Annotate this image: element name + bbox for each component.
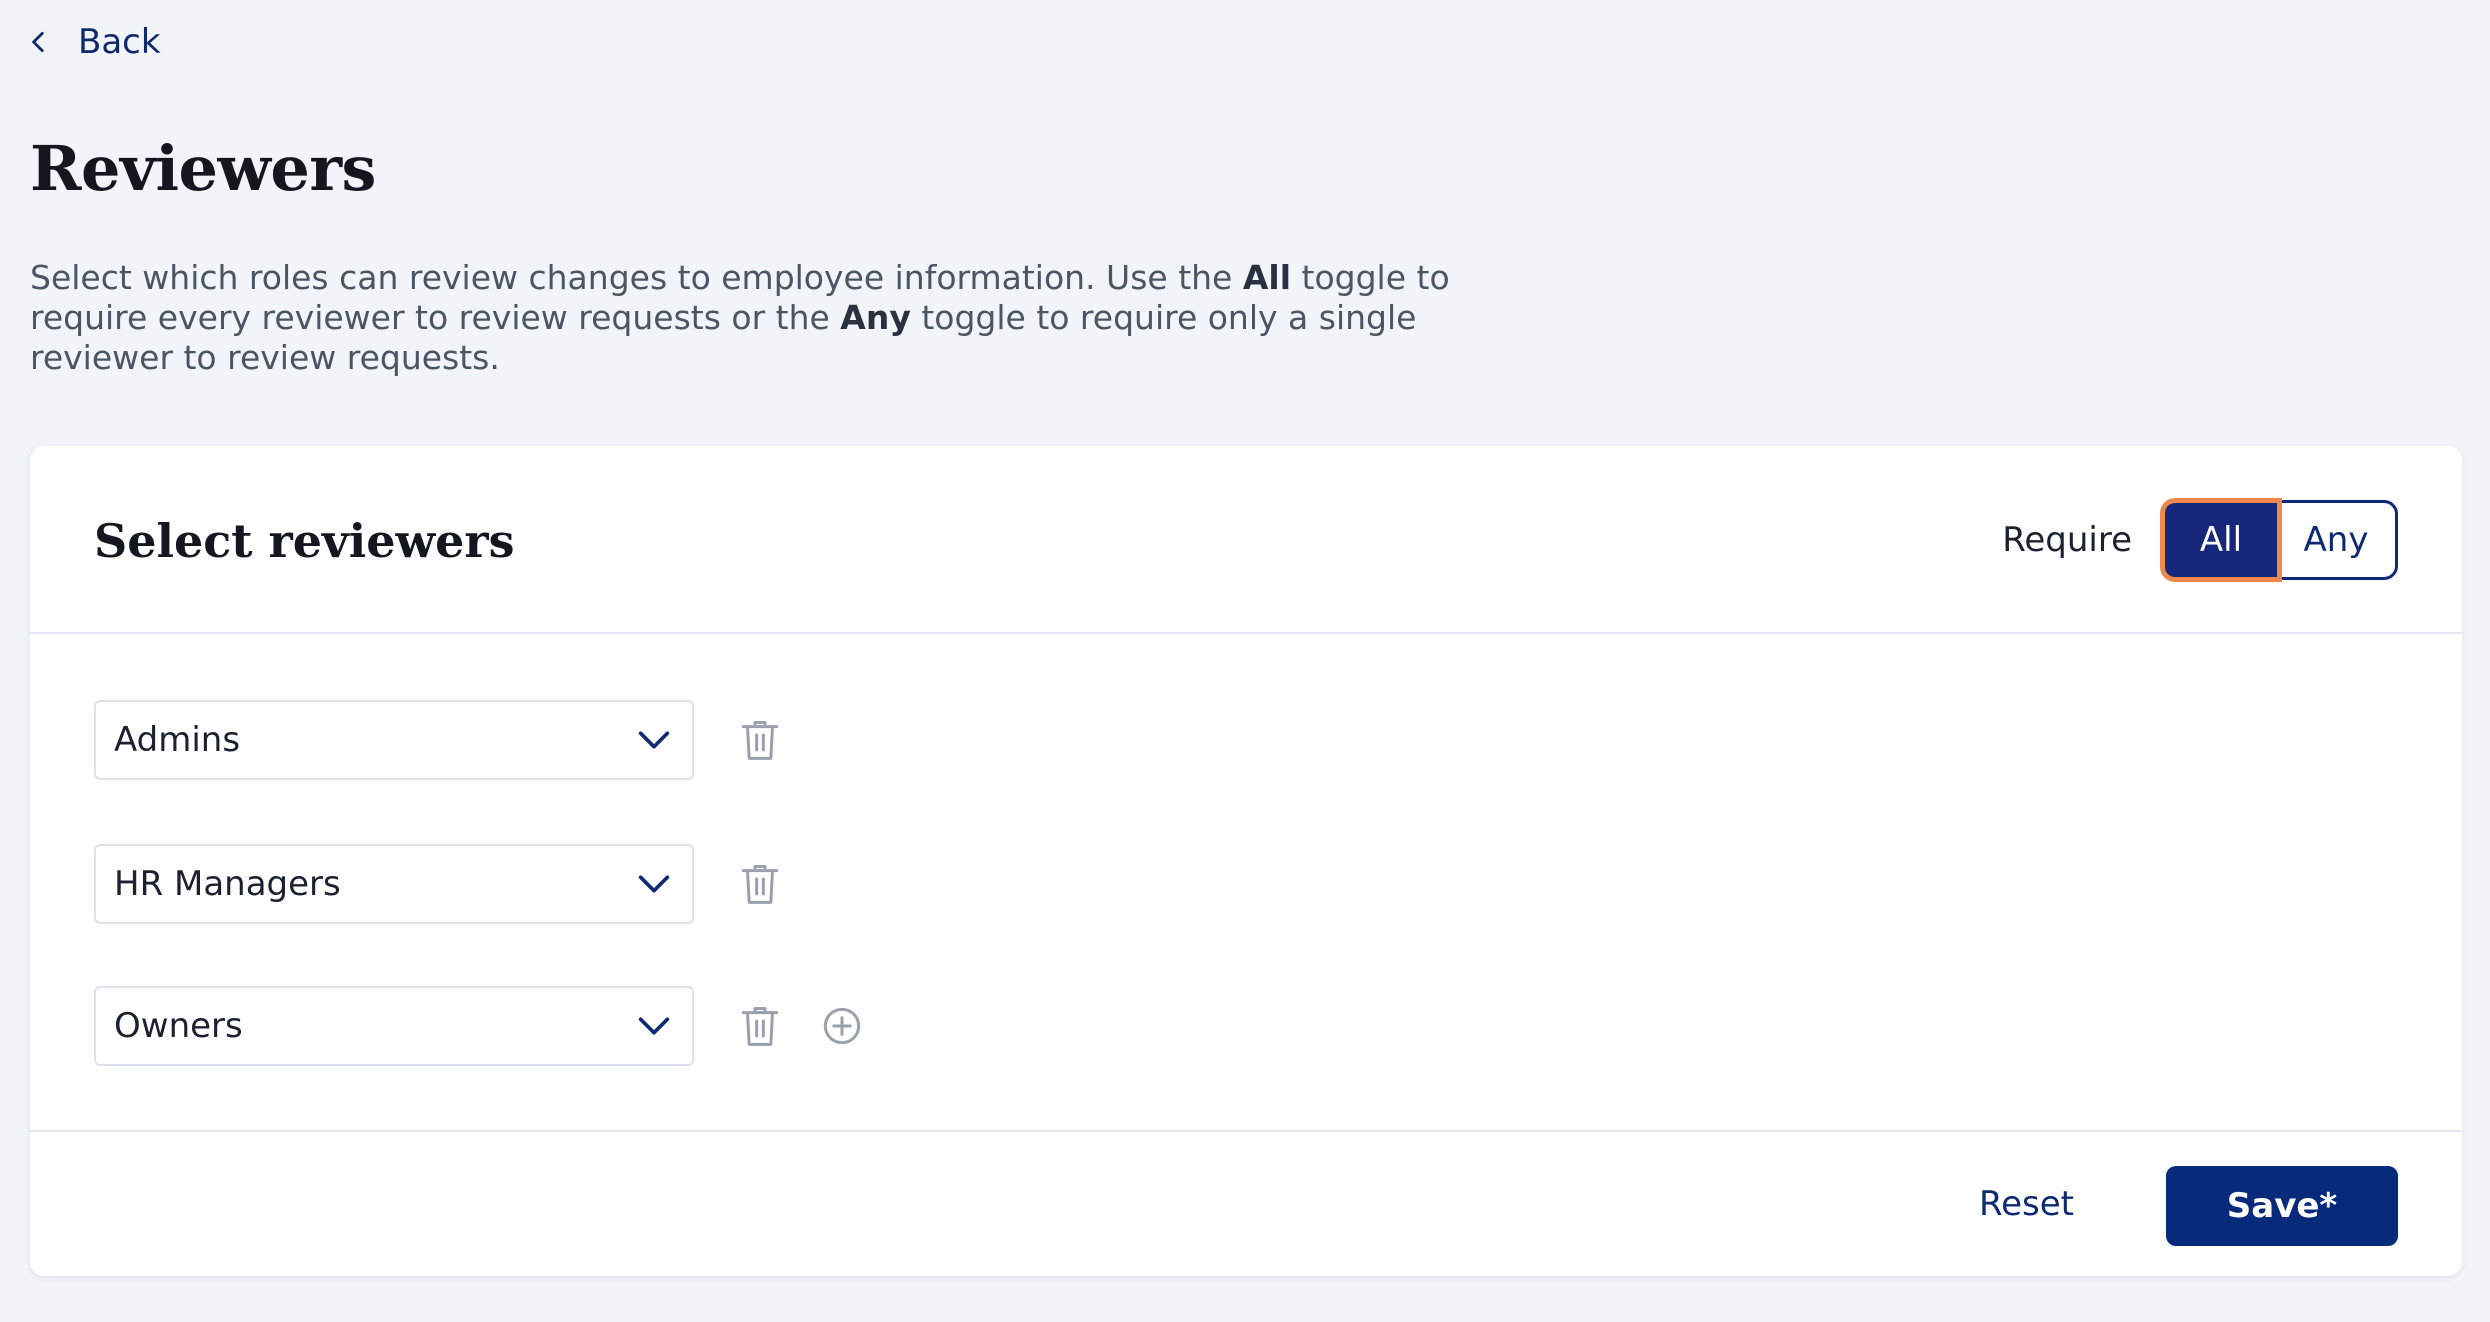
description-text-1: Select which roles can review changes to… xyxy=(30,258,1243,297)
reviewer-select-value: HR Managers xyxy=(114,864,341,904)
chevron-down-icon xyxy=(634,720,674,760)
reset-button[interactable]: Reset xyxy=(1979,1184,2074,1224)
delete-reviewer-button[interactable] xyxy=(736,1002,784,1050)
description-bold-any: Any xyxy=(840,298,911,337)
require-label: Require xyxy=(2002,520,2132,560)
reviewer-row: HR Managers xyxy=(94,844,784,924)
card-footer: Reset Save* xyxy=(30,1130,2462,1276)
reviewers-card: Select reviewers Require All Any Admins xyxy=(30,446,2462,1276)
save-button[interactable]: Save* xyxy=(2166,1166,2398,1246)
card-header: Select reviewers Require All Any xyxy=(30,446,2462,634)
reviewer-select[interactable]: Owners xyxy=(94,986,694,1066)
reviewer-select-value: Admins xyxy=(114,720,241,760)
trash-icon xyxy=(740,862,780,906)
chevron-left-icon xyxy=(26,29,52,55)
reviewer-row: Admins xyxy=(94,700,784,780)
add-reviewer-button[interactable] xyxy=(818,1002,866,1050)
reviewer-select[interactable]: Admins xyxy=(94,700,694,780)
page: Back Reviewers Select which roles can re… xyxy=(0,0,2490,1322)
back-link[interactable]: Back xyxy=(26,22,161,62)
toggle-option-all[interactable]: All xyxy=(2165,503,2277,577)
description-bold-all: All xyxy=(1242,258,1292,297)
reviewer-row: Owners xyxy=(94,986,866,1066)
card-title: Select reviewers xyxy=(94,514,515,568)
plus-circle-icon xyxy=(822,1006,862,1046)
chevron-down-icon xyxy=(634,1006,674,1046)
delete-reviewer-button[interactable] xyxy=(736,860,784,908)
require-toggle: All Any xyxy=(2162,500,2398,580)
page-title: Reviewers xyxy=(30,132,376,205)
chevron-down-icon xyxy=(634,864,674,904)
trash-icon xyxy=(740,718,780,762)
delete-reviewer-button[interactable] xyxy=(736,716,784,764)
toggle-option-any[interactable]: Any xyxy=(2277,503,2395,577)
back-label: Back xyxy=(78,22,161,62)
reviewer-select[interactable]: HR Managers xyxy=(94,844,694,924)
page-description: Select which roles can review changes to… xyxy=(30,258,1460,378)
reviewer-select-value: Owners xyxy=(114,1006,243,1046)
trash-icon xyxy=(740,1004,780,1048)
